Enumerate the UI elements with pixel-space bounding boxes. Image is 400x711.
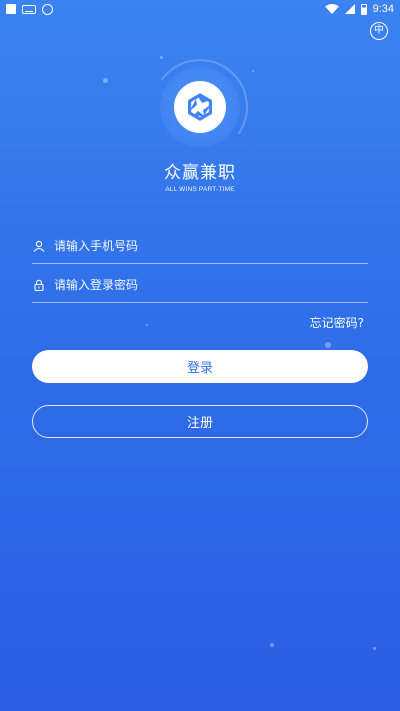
decorative-dot bbox=[146, 324, 148, 326]
lock-icon bbox=[32, 278, 46, 292]
password-placeholder: 请输入登录密码 bbox=[54, 278, 139, 292]
shutter-logo-svg bbox=[188, 93, 212, 121]
wifi-icon bbox=[324, 4, 339, 14]
login-button[interactable]: 登录 bbox=[32, 350, 368, 383]
mail-icon bbox=[22, 4, 36, 14]
status-notifications bbox=[6, 3, 53, 15]
signal-icon bbox=[344, 4, 355, 14]
login-screen: 9:34 中 众赢兼职 ALL WINS PART-TIME 请输入手机号码 请… bbox=[0, 0, 400, 711]
register-button[interactable]: 注册 bbox=[32, 405, 368, 438]
brand-subtitle: ALL WINS PART-TIME bbox=[165, 186, 235, 193]
notification-square-icon bbox=[6, 4, 16, 14]
user-icon bbox=[32, 239, 46, 253]
decorative-dot bbox=[270, 643, 274, 647]
decorative-dot bbox=[325, 342, 331, 348]
shutter-logo-icon bbox=[174, 81, 226, 133]
phone-placeholder: 请输入手机号码 bbox=[54, 239, 139, 253]
forgot-password-link[interactable]: 忘记密码? bbox=[310, 314, 364, 331]
app-logo bbox=[144, 51, 256, 163]
status-time: 9:34 bbox=[372, 3, 394, 15]
language-toggle-button[interactable]: 中 bbox=[370, 22, 388, 40]
decorative-dot bbox=[103, 78, 108, 83]
decorative-dot bbox=[160, 56, 163, 59]
phone-field[interactable]: 请输入手机号码 bbox=[32, 228, 368, 264]
status-bar: 9:34 bbox=[0, 0, 400, 18]
brand-title: 众赢兼职 bbox=[164, 163, 236, 183]
decorative-dot bbox=[252, 70, 254, 72]
battery-icon bbox=[360, 3, 367, 15]
password-field[interactable]: 请输入登录密码 bbox=[32, 267, 368, 303]
app-notification-icon bbox=[42, 3, 53, 15]
status-system: 9:34 bbox=[324, 3, 394, 15]
decorative-dot bbox=[373, 647, 376, 650]
